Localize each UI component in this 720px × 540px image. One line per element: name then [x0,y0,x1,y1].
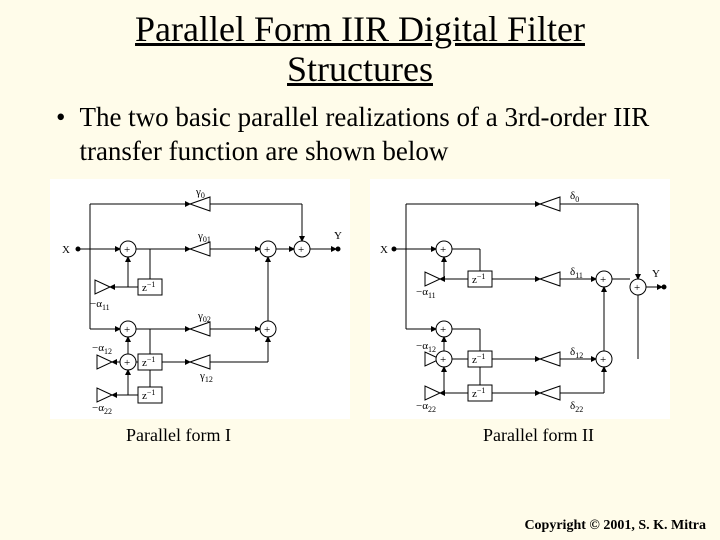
copyright-notice: Copyright © 2001, S. K. Mitra [524,518,706,534]
bullet-text: The two basic parallel realizations of a… [79,101,680,169]
label-x2: X [380,244,388,256]
svg-text:δ0: δ0 [570,190,579,204]
svg-text:+: + [264,324,270,336]
svg-text:+: + [440,354,446,366]
title-line-2: Structures [287,49,433,89]
diagram-parallel-form-1: X γ0 + γ01 + [50,179,350,419]
diagram-parallel-form-2: X δ0 + z−1 −α11 [370,179,670,419]
label-y2: Y [652,268,660,280]
bullet-item: • The two basic parallel realizations of… [56,101,680,169]
title-line-1: Parallel Form IIR Digital Filter [135,9,585,49]
label-x: X [62,244,70,256]
svg-text:+: + [440,324,446,336]
svg-text:+: + [600,274,606,286]
svg-text:+: + [298,244,304,256]
diagram-row: X γ0 + γ01 + [0,179,720,419]
svg-text:δ11: δ11 [570,266,583,280]
svg-text:−α22: −α22 [92,402,112,416]
svg-text:−α12: −α12 [92,342,112,356]
svg-text:γ02: γ02 [197,310,211,324]
page-title: Parallel Form IIR Digital Filter Structu… [0,0,720,89]
svg-text:−α22: −α22 [416,400,436,414]
svg-text:+: + [634,282,640,294]
svg-text:γ12: γ12 [199,370,213,384]
svg-text:δ12: δ12 [570,346,583,360]
svg-text:γ01: γ01 [197,230,211,244]
bullet-list: • The two basic parallel realizations of… [0,89,720,169]
svg-text:+: + [264,244,270,256]
svg-text:+: + [600,354,606,366]
svg-text:−α11: −α11 [90,298,110,312]
caption-form-1: Parallel form I [126,425,231,446]
svg-text:+: + [440,244,446,256]
bullet-dot: • [56,101,65,169]
svg-text:+: + [124,357,130,369]
caption-row: Parallel form I Parallel form II [0,425,720,446]
caption-form-2: Parallel form II [483,425,594,446]
svg-text:−α12: −α12 [416,340,436,354]
svg-text:γ0: γ0 [195,186,205,200]
svg-text:−α11: −α11 [416,286,436,300]
svg-text:+: + [124,244,130,256]
label-y: Y [334,230,342,242]
svg-text:+: + [124,324,130,336]
svg-text:δ22: δ22 [570,400,583,414]
